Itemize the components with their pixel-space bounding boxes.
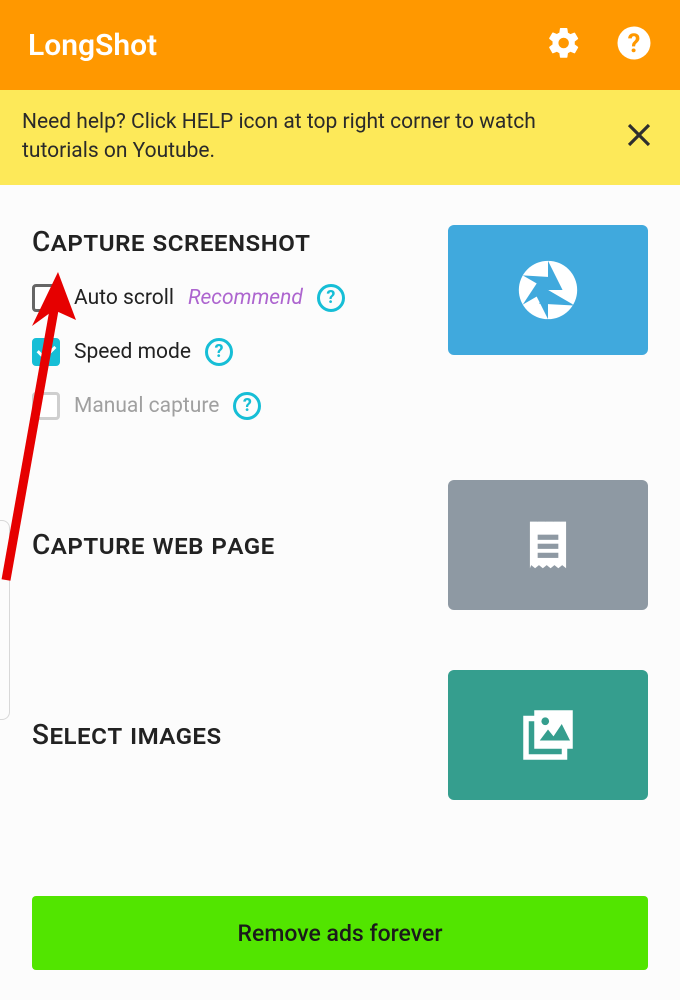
question-icon[interactable]: ? — [205, 338, 233, 366]
app-header: LongShot ? — [0, 0, 680, 90]
manual-capture-checkbox — [32, 392, 60, 420]
question-icon[interactable]: ? — [317, 284, 345, 312]
side-handle — [0, 520, 10, 720]
capture-web-page-title: Capture web page — [32, 528, 275, 561]
remove-ads-button[interactable]: Remove ads forever — [32, 896, 648, 970]
manual-capture-row: Manual capture ? — [32, 392, 424, 420]
speed-mode-checkbox[interactable] — [32, 338, 60, 366]
help-icon[interactable]: ? — [616, 25, 652, 65]
close-icon[interactable] — [620, 116, 658, 158]
select-images-button[interactable] — [448, 670, 648, 800]
svg-text:?: ? — [628, 29, 641, 59]
recommend-badge: Recommend — [188, 286, 303, 310]
receipt-icon — [517, 514, 579, 576]
banner-text: Need help? Click HELP icon at top right … — [22, 108, 608, 167]
select-images-section: Select images — [32, 670, 648, 800]
speed-mode-row: Speed mode ? — [32, 338, 424, 366]
header-icons: ? — [546, 25, 652, 65]
capture-web-page-button[interactable] — [448, 480, 648, 610]
auto-scroll-label: Auto scroll — [74, 286, 174, 310]
capture-screenshot-button[interactable] — [448, 225, 648, 355]
aperture-icon — [513, 255, 583, 325]
gear-icon[interactable] — [546, 25, 582, 65]
auto-scroll-checkbox[interactable] — [32, 284, 60, 312]
capture-web-page-section: Capture web page — [32, 480, 648, 610]
speed-mode-label: Speed mode — [74, 340, 191, 364]
app-title: LongShot — [28, 28, 546, 63]
question-icon[interactable]: ? — [233, 392, 261, 420]
images-icon — [515, 702, 581, 768]
capture-screenshot-title: Capture screenshot — [32, 225, 424, 258]
auto-scroll-row: Auto scroll Recommend ? — [32, 284, 424, 312]
capture-screenshot-section: Capture screenshot Auto scroll Recommend… — [32, 225, 648, 420]
remove-ads-label: Remove ads forever — [238, 920, 443, 947]
manual-capture-label: Manual capture — [74, 394, 219, 418]
help-banner: Need help? Click HELP icon at top right … — [0, 90, 680, 185]
select-images-title: Select images — [32, 718, 222, 751]
